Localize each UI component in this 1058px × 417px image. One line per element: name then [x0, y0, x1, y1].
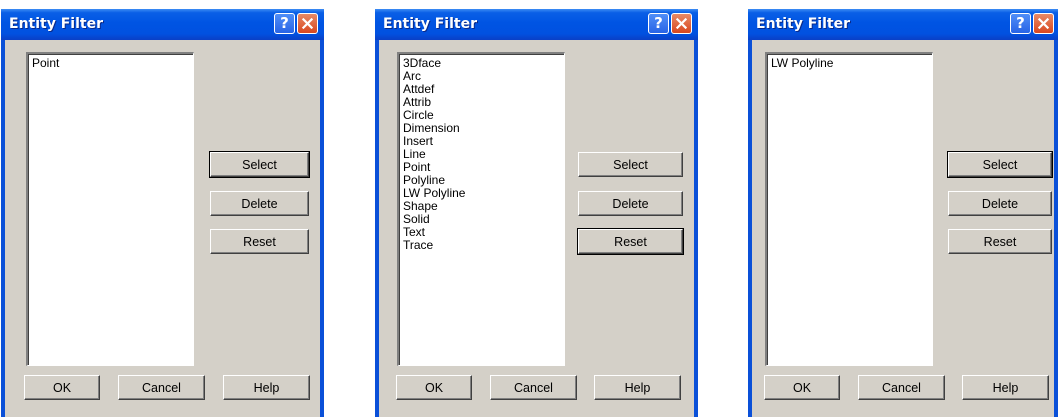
- delete-button[interactable]: Delete: [210, 191, 309, 216]
- entity-filter-dialog-1: Entity Filter ? Point Select Delete Rese…: [1, 9, 324, 417]
- help-button[interactable]: Help: [962, 375, 1049, 400]
- dialog-title: Entity Filter: [756, 16, 850, 32]
- ok-button[interactable]: OK: [396, 375, 472, 400]
- entity-filter-dialog-2: Entity Filter ? 3Dface Arc Attdef Attrib Cir…: [375, 9, 698, 417]
- close-title-button[interactable]: [297, 13, 318, 34]
- list-item[interactable]: Trace: [403, 239, 564, 252]
- select-button[interactable]: Select: [209, 151, 310, 178]
- ok-button[interactable]: OK: [764, 375, 840, 400]
- cancel-button[interactable]: Cancel: [118, 375, 205, 400]
- reset-button[interactable]: Reset: [577, 228, 684, 255]
- title-bar: Entity Filter ?: [375, 9, 698, 40]
- close-icon: [1037, 17, 1050, 30]
- help-icon: ?: [654, 14, 663, 32]
- entity-listbox[interactable]: 3Dface Arc Attdef Attrib Circle Dimension Inse…: [397, 52, 565, 366]
- help-icon: ?: [1016, 14, 1025, 32]
- entity-listbox[interactable]: LW Polyline: [765, 52, 933, 366]
- entity-filter-dialog-3: Entity Filter ? LW Polyline Select Delet…: [748, 9, 1058, 417]
- delete-button[interactable]: Delete: [578, 191, 683, 216]
- help-title-button[interactable]: ?: [648, 13, 669, 34]
- delete-button[interactable]: Delete: [948, 191, 1052, 216]
- close-title-button[interactable]: [671, 13, 692, 34]
- help-icon: ?: [280, 14, 289, 32]
- list-item[interactable]: Solid: [403, 213, 564, 226]
- help-button[interactable]: Help: [223, 375, 310, 400]
- select-button[interactable]: Select: [578, 152, 683, 177]
- close-icon: [301, 17, 314, 30]
- ok-button[interactable]: OK: [24, 375, 100, 400]
- dialog-title: Entity Filter: [383, 16, 477, 32]
- title-bar: Entity Filter ?: [748, 9, 1058, 40]
- list-item[interactable]: Point: [32, 57, 193, 70]
- list-item[interactable]: Insert: [403, 135, 564, 148]
- cancel-button[interactable]: Cancel: [490, 375, 577, 400]
- reset-button[interactable]: Reset: [948, 229, 1052, 254]
- close-title-button[interactable]: [1033, 13, 1054, 34]
- title-bar: Entity Filter ?: [1, 9, 324, 40]
- list-item[interactable]: LW Polyline: [771, 57, 932, 70]
- dialog-title: Entity Filter: [9, 16, 103, 32]
- close-icon: [675, 17, 688, 30]
- cancel-button[interactable]: Cancel: [858, 375, 945, 400]
- select-button[interactable]: Select: [947, 151, 1053, 178]
- list-item[interactable]: 3Dface: [403, 57, 564, 70]
- help-button[interactable]: Help: [594, 375, 681, 400]
- reset-button[interactable]: Reset: [210, 229, 309, 254]
- help-title-button[interactable]: ?: [1010, 13, 1031, 34]
- entity-listbox[interactable]: Point: [26, 52, 194, 366]
- help-title-button[interactable]: ?: [274, 13, 295, 34]
